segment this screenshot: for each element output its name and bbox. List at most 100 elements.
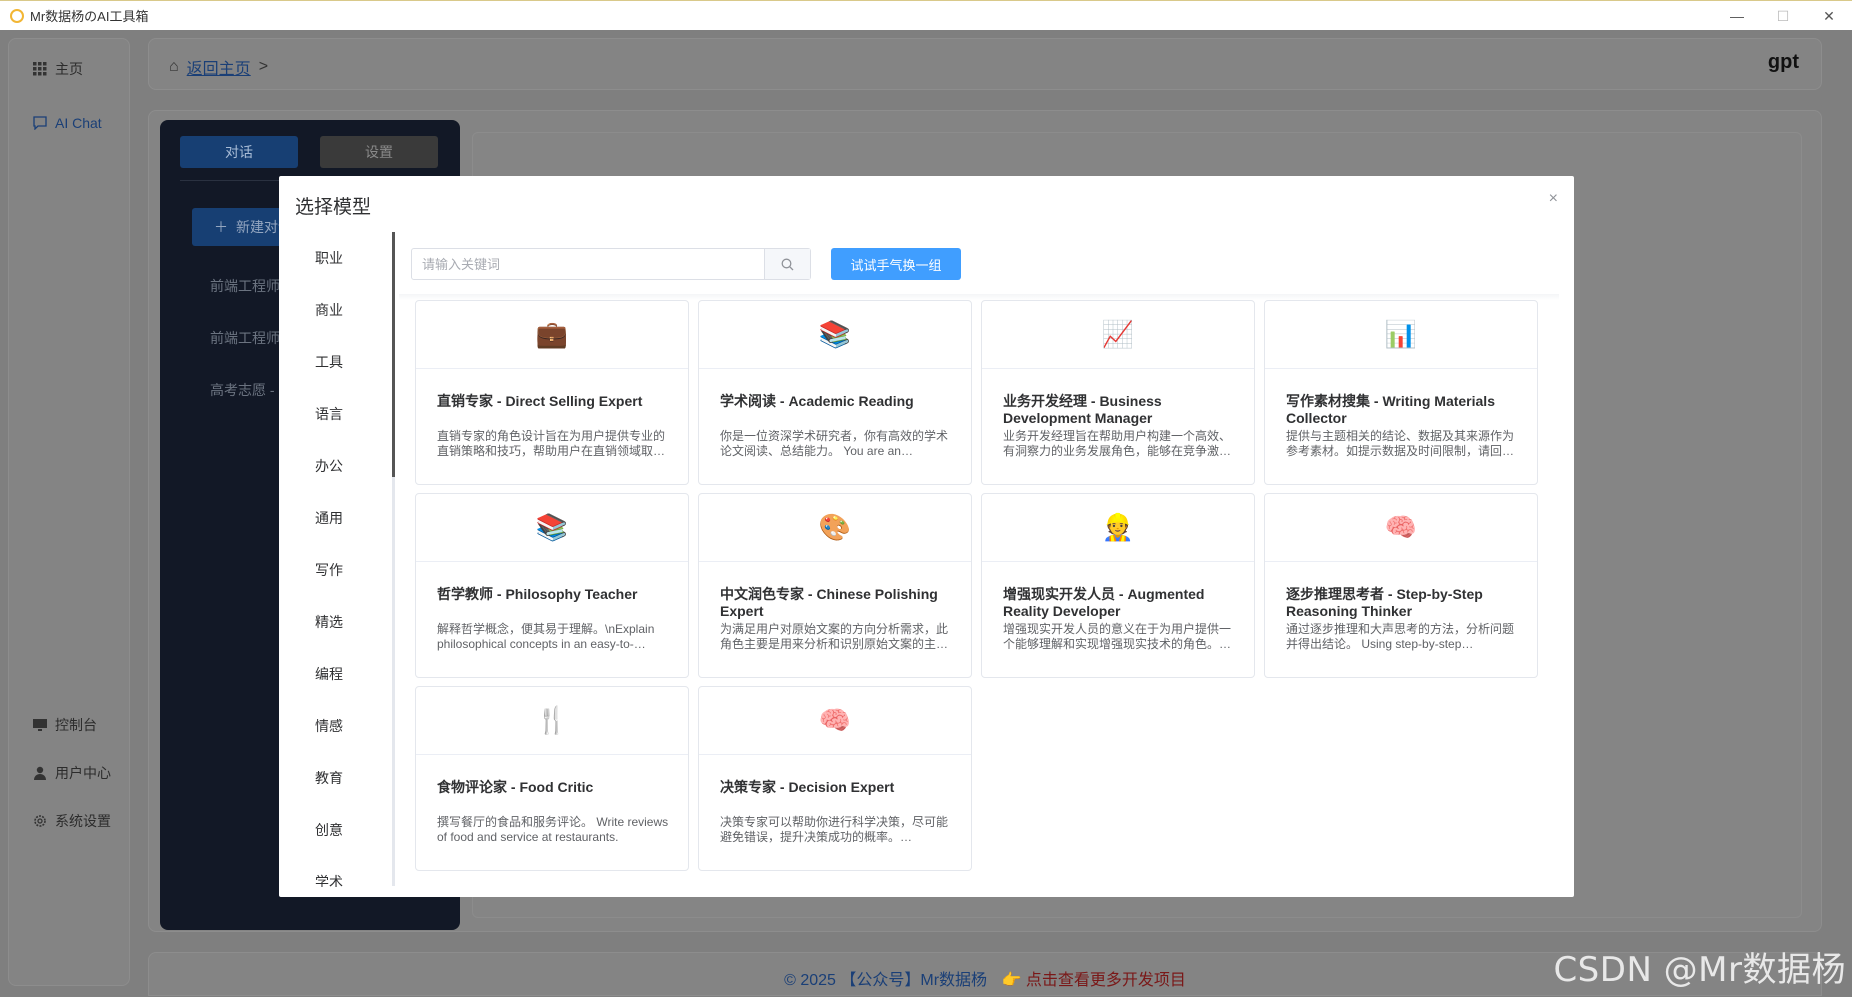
window-controls: — ☐ ✕	[1714, 1, 1852, 31]
nav-item-label: 系统设置	[55, 813, 111, 829]
card-title: 逐步推理思考者 - Step-by-Step Reasoning Thinker	[1286, 586, 1483, 619]
category-item[interactable]: 情感	[279, 716, 379, 736]
category-item[interactable]: 办公	[279, 456, 379, 476]
minimize-button[interactable]: —	[1714, 1, 1760, 31]
close-window-button[interactable]: ✕	[1806, 1, 1852, 31]
category-item[interactable]: 写作	[279, 560, 379, 580]
category-item[interactable]: 商业	[279, 300, 379, 320]
model-card[interactable]: 💼 直销专家 - Direct Selling Expert 直销专家的角色设计…	[415, 300, 689, 485]
card-title: 哲学教师 - Philosophy Teacher	[437, 586, 638, 602]
card-title: 中文润色专家 - Chinese Polishing Expert	[720, 586, 938, 619]
left-nav: 主页 AI Chat 控制台 用户中心 系统设置	[8, 38, 130, 986]
nav-item-user-center[interactable]: 用户中心	[33, 763, 111, 783]
category-scrollbar-thumb[interactable]	[392, 232, 395, 477]
category-item[interactable]: 通用	[279, 508, 379, 528]
watermark: CSDN @Mr数据杨	[1553, 950, 1846, 990]
card-description: 提供与主题相关的结论、数据及其来源作为参考素材。如提示数据及时间限制，请回…	[1286, 429, 1515, 458]
books-icon: 📚	[699, 301, 971, 369]
maximize-button[interactable]: ☐	[1760, 1, 1806, 31]
model-card[interactable]: 🧠 逐步推理思考者 - Step-by-Step Reasoning Think…	[1264, 493, 1538, 678]
window-titlebar: Mr数据杨のAI工具箱 — ☐ ✕	[0, 0, 1852, 30]
card-title: 决策专家 - Decision Expert	[720, 779, 895, 795]
card-description: 决策专家可以帮助你进行科学决策，尽可能避免错误，提升决策成功的概率。…	[720, 815, 949, 844]
user-icon	[33, 766, 47, 780]
top-header: ⌂ 返回主页 > gpt	[148, 38, 1822, 90]
tab-settings[interactable]: 设置	[320, 136, 438, 168]
card-description: 为满足用户对原始文案的方向分析需求，此角色主要是用来分析和识别原始文案的主…	[720, 622, 949, 651]
plus-icon: ＋	[214, 219, 228, 235]
model-card[interactable]: 📚 学术阅读 - Academic Reading 你是一位资深学术研究者，你有…	[698, 300, 972, 485]
briefcase-icon: 💼	[416, 301, 688, 369]
brain-icon: 🧠	[1265, 494, 1537, 562]
category-item[interactable]: 职业	[279, 248, 379, 268]
card-description: 业务开发经理旨在帮助用户构建一个高效、有洞察力的业务发展角色，能够在竞争激…	[1003, 429, 1232, 458]
search-box	[411, 248, 811, 280]
category-item[interactable]: 创意	[279, 820, 379, 840]
books-icon: 📚	[416, 494, 688, 562]
chart-icon: 📈	[982, 301, 1254, 369]
card-description: 通过逐步推理和大声思考的方法，分析问题并得出结论。 Using step-by-…	[1286, 622, 1515, 651]
category-item[interactable]: 工具	[279, 352, 379, 372]
dialog-title: 选择模型	[295, 197, 372, 218]
history-item[interactable]: 前端工程师	[210, 276, 290, 296]
model-name-label: gpt	[1767, 51, 1799, 73]
copyright-text: © 2025 【公众号】Mr数据杨	[784, 972, 988, 989]
nav-item-label: 主页	[55, 61, 83, 77]
nav-item-label: 用户中心	[55, 765, 111, 781]
nav-item-settings[interactable]: 系统设置	[33, 811, 111, 831]
model-card[interactable]: 📈 业务开发经理 - Business Development Manager …	[981, 300, 1255, 485]
window-title: Mr数据杨のAI工具箱	[30, 9, 149, 24]
category-item[interactable]: 语言	[279, 404, 379, 424]
palette-icon: 🎨	[699, 494, 971, 562]
chat-icon	[33, 116, 47, 131]
category-item[interactable]: 教育	[279, 768, 379, 788]
card-description: 增强现实开发人员的意义在于为用户提供一个能够理解和实现增强现实技术的角色。…	[1003, 622, 1232, 651]
back-home-link[interactable]: 返回主页	[187, 55, 251, 79]
card-description: 你是一位资深学术研究者，你有高效的学术论文阅读、总结能力。 You are an…	[720, 429, 949, 458]
category-list: 职业 商业 工具 语言 办公 通用 写作 精选 编程 情感 教育 创意 学术	[279, 232, 399, 887]
search-input[interactable]	[412, 249, 764, 279]
nav-item-ai-chat[interactable]: AI Chat	[33, 115, 102, 131]
app-logo-icon	[10, 8, 24, 23]
breadcrumb: ⌂ 返回主页 >	[169, 55, 268, 79]
category-item[interactable]: 学术	[279, 872, 379, 887]
model-card[interactable]: 🧠 决策专家 - Decision Expert 决策专家可以帮助你进行科学决策…	[698, 686, 972, 871]
model-card[interactable]: 👷 增强现实开发人员 - Augmented Reality Developer…	[981, 493, 1255, 678]
model-card[interactable]: 📊 写作素材搜集 - Writing Materials Collector 提…	[1264, 300, 1538, 485]
category-item[interactable]: 编程	[279, 664, 379, 684]
history-item[interactable]: 前端工程师	[210, 328, 290, 348]
select-model-dialog: 选择模型 × 职业 商业 工具 语言 办公 通用 写作 精选 编程 情感 教育 …	[279, 176, 1574, 897]
card-title: 业务开发经理 - Business Development Manager	[1003, 393, 1162, 426]
monitor-icon	[33, 718, 47, 732]
breadcrumb-separator: >	[258, 58, 269, 75]
tab-chat[interactable]: 对话	[180, 136, 298, 168]
nav-item-home[interactable]: 主页	[33, 59, 83, 79]
history-item[interactable]: 高考志愿 -	[210, 380, 290, 400]
more-projects-link[interactable]: 👉 点击查看更多开发项目	[1002, 972, 1186, 989]
grid-icon	[33, 62, 47, 76]
search-button[interactable]	[764, 249, 810, 279]
model-card[interactable]: 🍴 食物评论家 - Food Critic 撰写餐厅的食品和服务评论。 Writ…	[415, 686, 689, 871]
shuffle-button[interactable]: 试试手气换一组	[831, 248, 961, 280]
card-title: 食物评论家 - Food Critic	[437, 779, 594, 795]
card-title: 写作素材搜集 - Writing Materials Collector	[1286, 393, 1495, 426]
bar-chart-icon: 📊	[1265, 301, 1537, 369]
developer-icon: 👷	[982, 494, 1254, 562]
card-description: 解释哲学概念，便其易于理解。\nExplain philosophical co…	[437, 622, 655, 651]
category-item[interactable]: 精选	[279, 612, 379, 632]
brain-icon: 🧠	[699, 687, 971, 755]
gear-icon	[33, 814, 47, 828]
card-description: 撰写餐厅的食品和服务评论。 Write reviews of food and …	[437, 815, 669, 844]
nav-item-label: AI Chat	[55, 115, 102, 131]
card-title: 直销专家 - Direct Selling Expert	[437, 393, 643, 409]
search-icon	[781, 258, 794, 270]
model-card[interactable]: 🎨 中文润色专家 - Chinese Polishing Expert 为满足用…	[698, 493, 972, 678]
nav-item-console[interactable]: 控制台	[33, 715, 97, 735]
model-card[interactable]: 📚 哲学教师 - Philosophy Teacher 解释哲学概念，便其易于理…	[415, 493, 689, 678]
nav-item-label: 控制台	[55, 717, 97, 733]
card-title: 增强现实开发人员 - Augmented Reality Developer	[1003, 586, 1205, 619]
close-icon[interactable]: ×	[1549, 190, 1558, 208]
home-icon: ⌂	[169, 58, 179, 75]
fork-knife-icon: 🍴	[416, 687, 688, 755]
card-title: 学术阅读 - Academic Reading	[720, 393, 914, 409]
